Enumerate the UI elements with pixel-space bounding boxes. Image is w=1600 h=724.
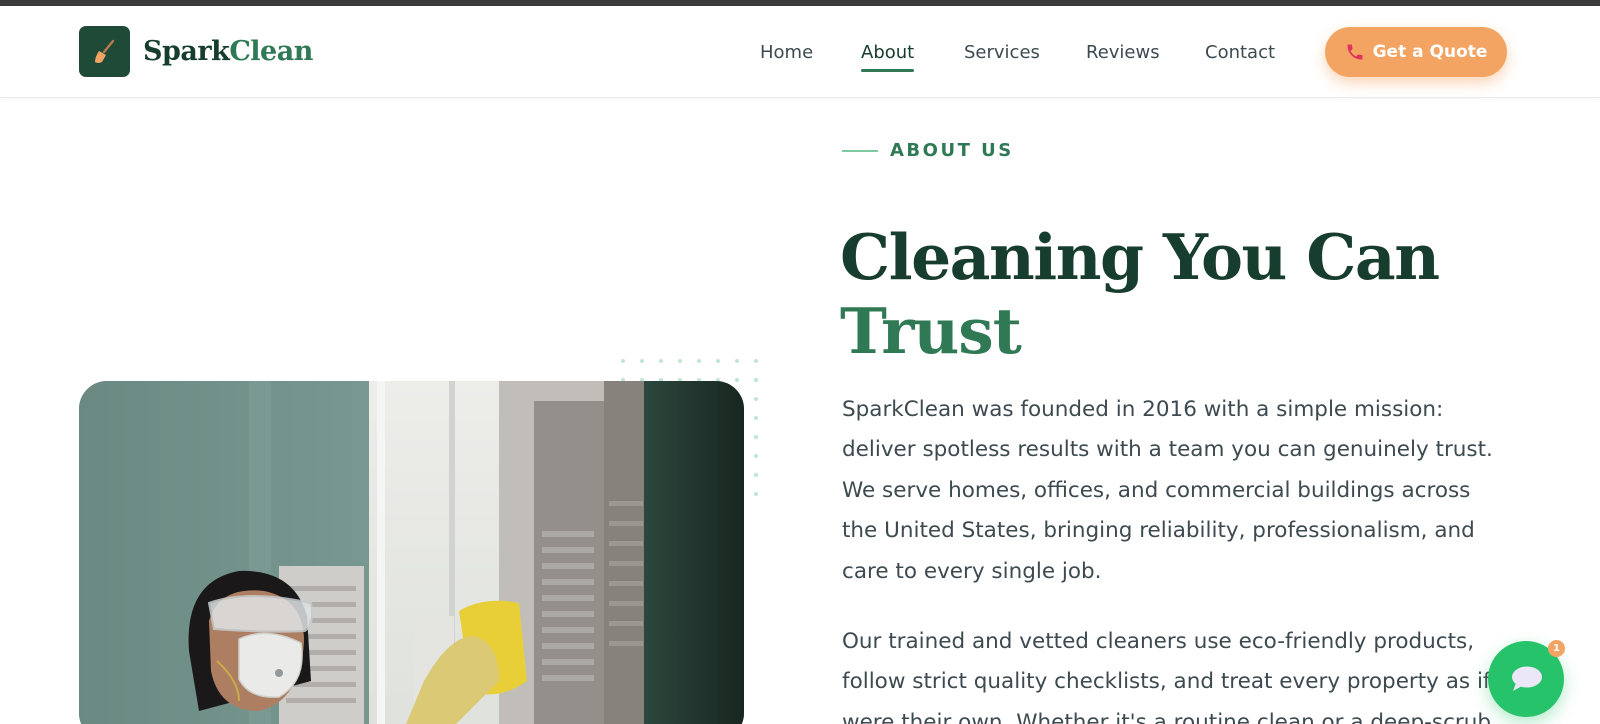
cleaner-photo (79, 381, 744, 724)
section-eyebrow: ABOUT US (842, 140, 1014, 161)
headline-line2: Trust (840, 294, 1022, 368)
nav-home[interactable]: Home (760, 42, 813, 63)
nav-contact[interactable]: Contact (1205, 42, 1275, 63)
chat-bubble-icon (1512, 666, 1542, 691)
about-headline: Cleaning You Can Trust (840, 220, 1440, 368)
nav-about[interactable]: About (861, 42, 915, 72)
get-quote-button[interactable]: Get a Quote (1325, 27, 1507, 77)
eyebrow-label: ABOUT US (890, 140, 1014, 161)
eyebrow-divider (842, 149, 878, 152)
chat-notification-badge: 1 (1548, 640, 1565, 657)
headline-line1: Cleaning You Can (840, 220, 1440, 294)
site-header: SparkClean Home About Services Reviews C… (0, 6, 1600, 98)
phone-icon (1345, 42, 1365, 62)
about-paragraph-2: Our trained and vetted cleaners use eco-… (842, 629, 1512, 724)
get-quote-label: Get a Quote (1372, 42, 1488, 62)
nav-reviews[interactable]: Reviews (1086, 42, 1160, 63)
about-paragraph-1: SparkClean was founded in 2016 with a si… (842, 397, 1493, 584)
nav-services[interactable]: Services (964, 42, 1040, 63)
